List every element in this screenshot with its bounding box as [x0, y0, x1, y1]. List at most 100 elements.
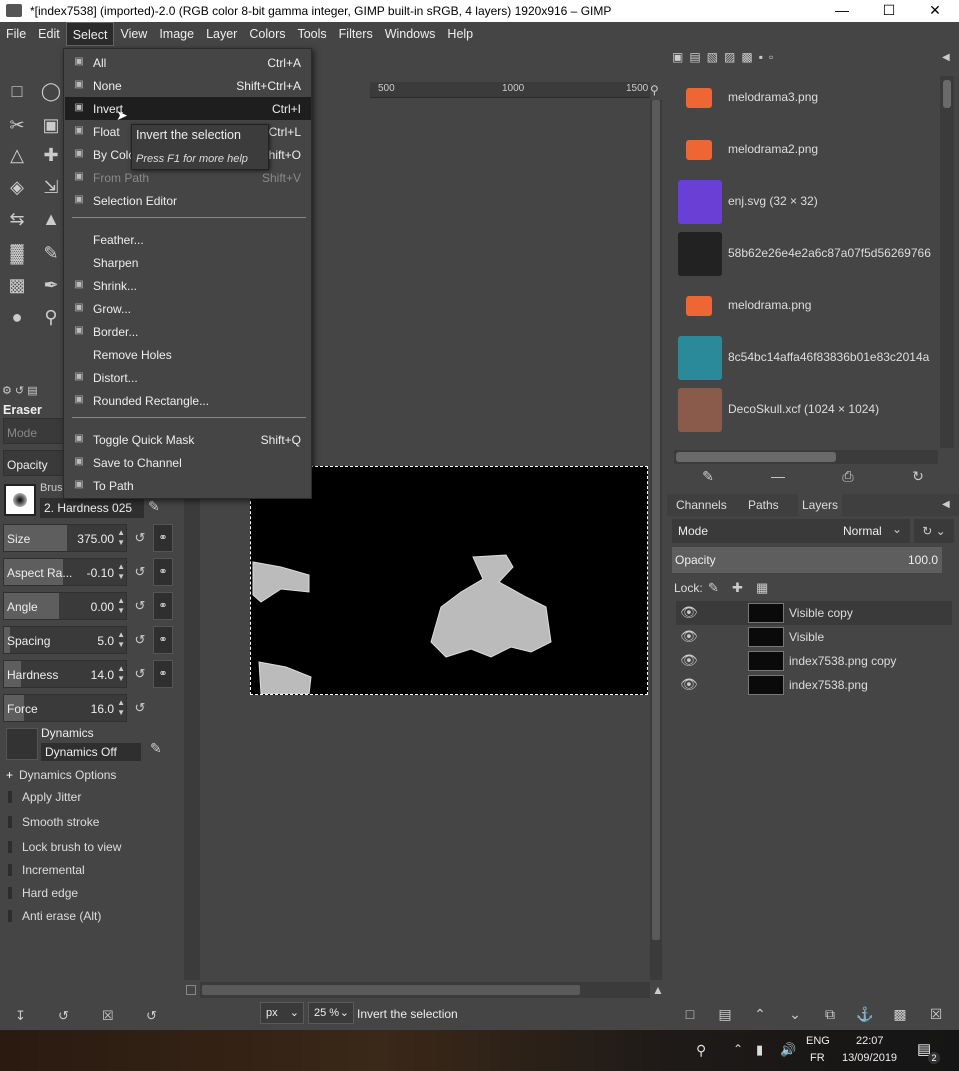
checkbox-option[interactable]: Incremental — [8, 863, 85, 877]
dock-tabs-icons[interactable]: ⚙ ↺ ▤ — [2, 384, 64, 400]
reset-icon[interactable]: ↺ — [132, 666, 148, 682]
menu-item-rounded-rectangle[interactable]: ▣ Rounded Rectangle... — [65, 389, 311, 412]
menu-item-none[interactable]: ▣ None Shift+Ctrl+A — [65, 74, 311, 97]
lock-alpha-icon[interactable]: ▦ — [756, 580, 768, 596]
dynamics-value[interactable]: Dynamics Off — [41, 743, 141, 761]
dynamics-preview-icon[interactable] — [6, 728, 38, 760]
layer-row[interactable]: 👁 Visible copy — [676, 601, 952, 625]
tab-paths[interactable]: Paths — [744, 494, 783, 516]
clock-date[interactable]: 13/09/2019 — [842, 1052, 897, 1064]
chevron-up-icon[interactable]: ⌃ — [733, 1042, 743, 1056]
clock-time[interactable]: 22:07 — [856, 1035, 884, 1047]
configure-tab-icon[interactable]: ◀ — [942, 52, 950, 63]
menu-item-save-to-channel[interactable]: ▣ Save to Channel — [65, 451, 311, 474]
delete-options-icon[interactable]: ☒ — [102, 1008, 114, 1024]
eye-icon[interactable]: 👁 — [680, 604, 698, 621]
ellipse-select-icon[interactable]: ◯ — [38, 78, 64, 104]
link-icon[interactable]: ⚭ — [153, 558, 173, 586]
mask-layer-icon[interactable]: ▩ — [890, 1006, 910, 1023]
maximize-icon[interactable]: ☐ — [866, 0, 912, 22]
checkbox[interactable] — [8, 910, 12, 922]
paths-icon[interactable]: △ — [4, 142, 30, 168]
images-hscrollbar[interactable] — [674, 450, 938, 464]
link-icon[interactable]: ⚭ — [153, 626, 173, 654]
vertical-scrollbar[interactable] — [650, 100, 662, 980]
spin-arrows-icon[interactable]: ▲ ▼ — [117, 698, 125, 718]
slider-hardness[interactable]: Hardness 14.0 ▲ ▼ — [3, 660, 127, 688]
lang-region[interactable]: FR — [810, 1052, 825, 1064]
battery-icon[interactable]: ▮ — [756, 1042, 763, 1058]
menu-item-to-path[interactable]: ▣ To Path — [65, 474, 311, 497]
checkbox[interactable] — [8, 864, 12, 876]
menu-item-border[interactable]: ▣ Border... — [65, 320, 311, 343]
reset-options-icon[interactable]: ↺ — [146, 1008, 157, 1024]
slider-size[interactable]: Size 375.00 ▲ ▼ — [3, 524, 127, 552]
images-scrollbar[interactable] — [940, 76, 954, 448]
foreground-select-icon[interactable]: ▣ — [38, 112, 64, 138]
move-icon[interactable]: ✚ — [38, 142, 64, 168]
new-group-icon[interactable]: ▤ — [715, 1006, 735, 1023]
unified-transform-icon[interactable]: ▲ — [38, 206, 64, 232]
scissors-icon[interactable]: ✂ — [4, 112, 30, 138]
menu-image[interactable]: Image — [153, 22, 200, 46]
checkbox-option[interactable]: Apply Jitter — [8, 790, 81, 804]
menu-edit[interactable]: Edit — [32, 22, 66, 46]
blur-icon[interactable]: ● — [4, 304, 30, 330]
volume-icon[interactable]: 🔊 — [780, 1042, 796, 1058]
reset-icon[interactable]: ↺ — [132, 700, 148, 716]
smudge-icon[interactable]: ⚲ — [38, 304, 64, 330]
quick-mask-toggle-icon[interactable] — [186, 985, 196, 995]
checkbox[interactable] — [8, 816, 12, 828]
lang-code[interactable]: ENG — [806, 1035, 830, 1047]
tab-channels[interactable]: Channels — [672, 494, 731, 516]
menu-view[interactable]: View — [114, 22, 153, 46]
eye-icon[interactable]: 👁 — [680, 628, 698, 645]
menu-item-remove-holes[interactable]: Remove Holes — [65, 343, 311, 366]
slider-angle[interactable]: Angle 0.00 ▲ ▼ — [3, 592, 127, 620]
menu-item-invert[interactable]: ▣ Invert Ctrl+I — [65, 97, 311, 120]
slider-aspect-ra[interactable]: Aspect Ra... -0.10 ▲ ▼ — [3, 558, 127, 586]
spin-arrows-icon[interactable]: ▲ ▼ — [117, 664, 125, 684]
image-canvas[interactable] — [250, 466, 648, 695]
reset-icon[interactable]: ↺ — [132, 564, 148, 580]
anchor-layer-icon[interactable]: ⚓ — [855, 1006, 875, 1023]
image-list-item[interactable]: melodrama3.png — [676, 72, 940, 124]
menu-item-selection-editor[interactable]: ▣ Selection Editor — [65, 189, 311, 212]
bucket-fill-icon[interactable]: ▩ — [4, 272, 30, 298]
image-list-item[interactable]: 58b62e26e4e2a6c87a07f5d56269766 — [676, 228, 940, 280]
warp-icon[interactable]: ◈ — [4, 174, 30, 200]
checkbox[interactable] — [8, 841, 12, 853]
brush-icon[interactable]: ✒ — [38, 272, 64, 298]
spin-arrows-icon[interactable]: ▲ ▼ — [117, 562, 125, 582]
dock-tab-icons[interactable]: ▣▤▧▨▩▪▫ — [672, 50, 812, 68]
eye-icon[interactable]: 👁 — [680, 676, 698, 693]
eye-icon[interactable]: 👁 — [680, 652, 698, 669]
spin-arrows-icon[interactable]: ▲ ▼ — [117, 528, 125, 548]
unit-dropdown[interactable]: px ⌄ — [260, 1002, 304, 1024]
new-layer-icon[interactable]: □ — [680, 1006, 700, 1022]
layer-row[interactable]: 👁 Visible — [676, 625, 952, 649]
raise-layer-icon[interactable]: ⌃ — [750, 1006, 770, 1023]
link-icon[interactable]: ⚭ — [153, 592, 173, 620]
delete-layer-icon[interactable]: ☒ — [926, 1006, 946, 1023]
refresh-icon[interactable]: ↻ — [908, 468, 928, 485]
spin-arrows-icon[interactable]: ▲ ▼ — [117, 630, 125, 650]
checkbox[interactable] — [8, 887, 12, 899]
image-list-item[interactable]: DecoSkull.xcf (1024 × 1024) — [676, 384, 940, 436]
open-image-icon[interactable]: ✎ — [698, 468, 718, 485]
layer-mode-dropdown[interactable]: Mode Normal ⌄ — [672, 519, 910, 543]
image-list-item[interactable]: melodrama2.png — [676, 124, 940, 176]
gradient-icon[interactable]: ▓ — [4, 240, 30, 266]
checkbox-option[interactable]: Lock brush to view — [8, 840, 121, 854]
edit-brush-icon[interactable]: ✎ — [148, 498, 160, 515]
menu-item-toggle-quick-mask[interactable]: ▣ Toggle Quick Mask Shift+Q — [65, 428, 311, 451]
reset-icon[interactable]: ↺ — [132, 632, 148, 648]
lock-position-icon[interactable]: ✚ — [732, 580, 743, 596]
layer-row[interactable]: 👁 index7538.png — [676, 673, 952, 697]
brush-preview[interactable] — [4, 484, 36, 516]
lower-layer-icon[interactable]: ⌄ — [785, 1006, 805, 1023]
link-icon[interactable]: ⚭ — [153, 660, 173, 688]
menu-item-all[interactable]: ▣ All Ctrl+A — [65, 51, 311, 74]
rect-select-icon[interactable]: □ — [4, 78, 30, 104]
configure-tab-icon[interactable]: ◀ — [942, 499, 950, 510]
